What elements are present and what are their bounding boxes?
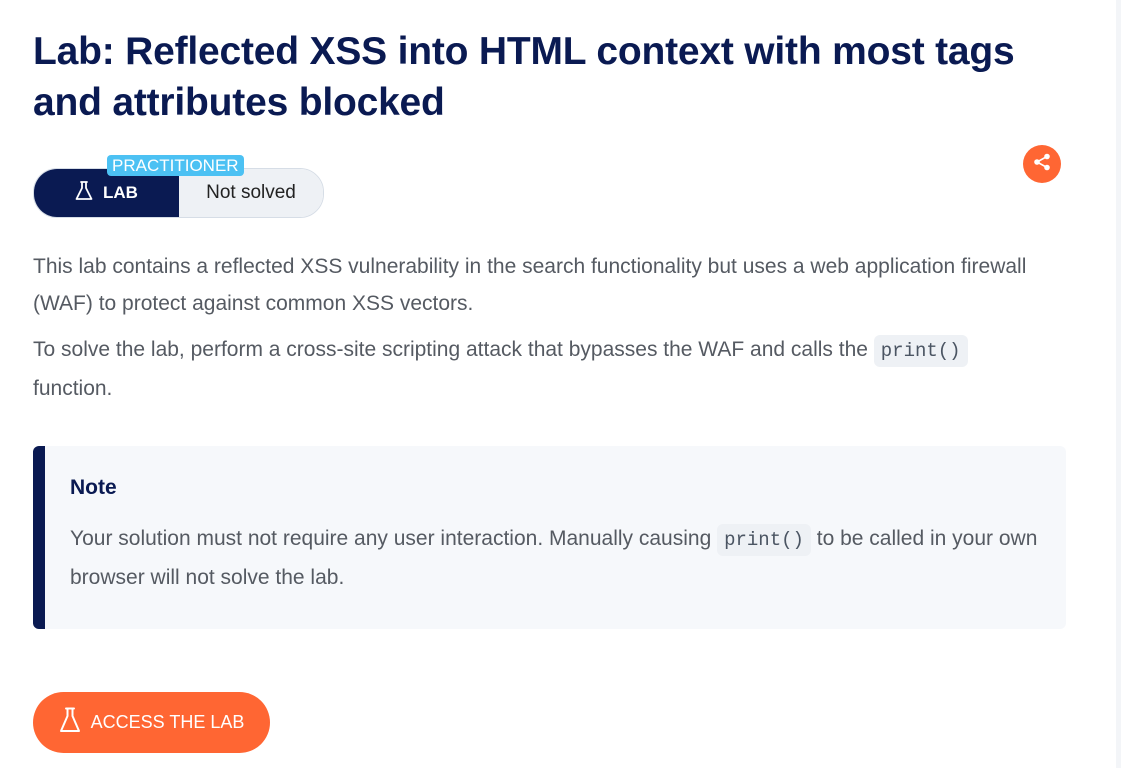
lab-label-text: LAB (103, 183, 138, 202)
access-lab-button[interactable]: ACCESS THE LAB (33, 692, 270, 753)
description-paragraph-2: To solve the lab, perform a cross-site s… (33, 331, 1053, 407)
description-text-before: To solve the lab, perform a cross-site s… (33, 338, 874, 361)
access-lab-label: ACCESS THE LAB (90, 712, 245, 732)
lab-description: This lab contains a reflected XSS vulner… (33, 248, 1053, 416)
description-paragraph-1: This lab contains a reflected XSS vulner… (33, 255, 1027, 315)
right-gutter (1116, 0, 1121, 768)
share-button[interactable] (1023, 145, 1061, 183)
note-body: Your solution must not require any user … (70, 520, 1040, 597)
note-title: Note (70, 476, 117, 499)
page-title: Lab: Reflected XSS into HTML context wit… (33, 30, 1015, 124)
flask-icon (59, 707, 81, 738)
lab-label: LAB (34, 169, 179, 217)
note-text-before: Your solution must not require any user … (70, 527, 718, 550)
note-callout: Note Your solution must not require any … (33, 446, 1066, 629)
description-text-after: function. (33, 377, 113, 400)
inline-code: print() (717, 524, 811, 556)
solved-status: Not solved (179, 169, 323, 217)
share-icon (1032, 152, 1052, 177)
level-tag: PRACTITIONER (107, 155, 244, 176)
flask-icon (75, 180, 93, 206)
inline-code: print() (873, 335, 968, 367)
